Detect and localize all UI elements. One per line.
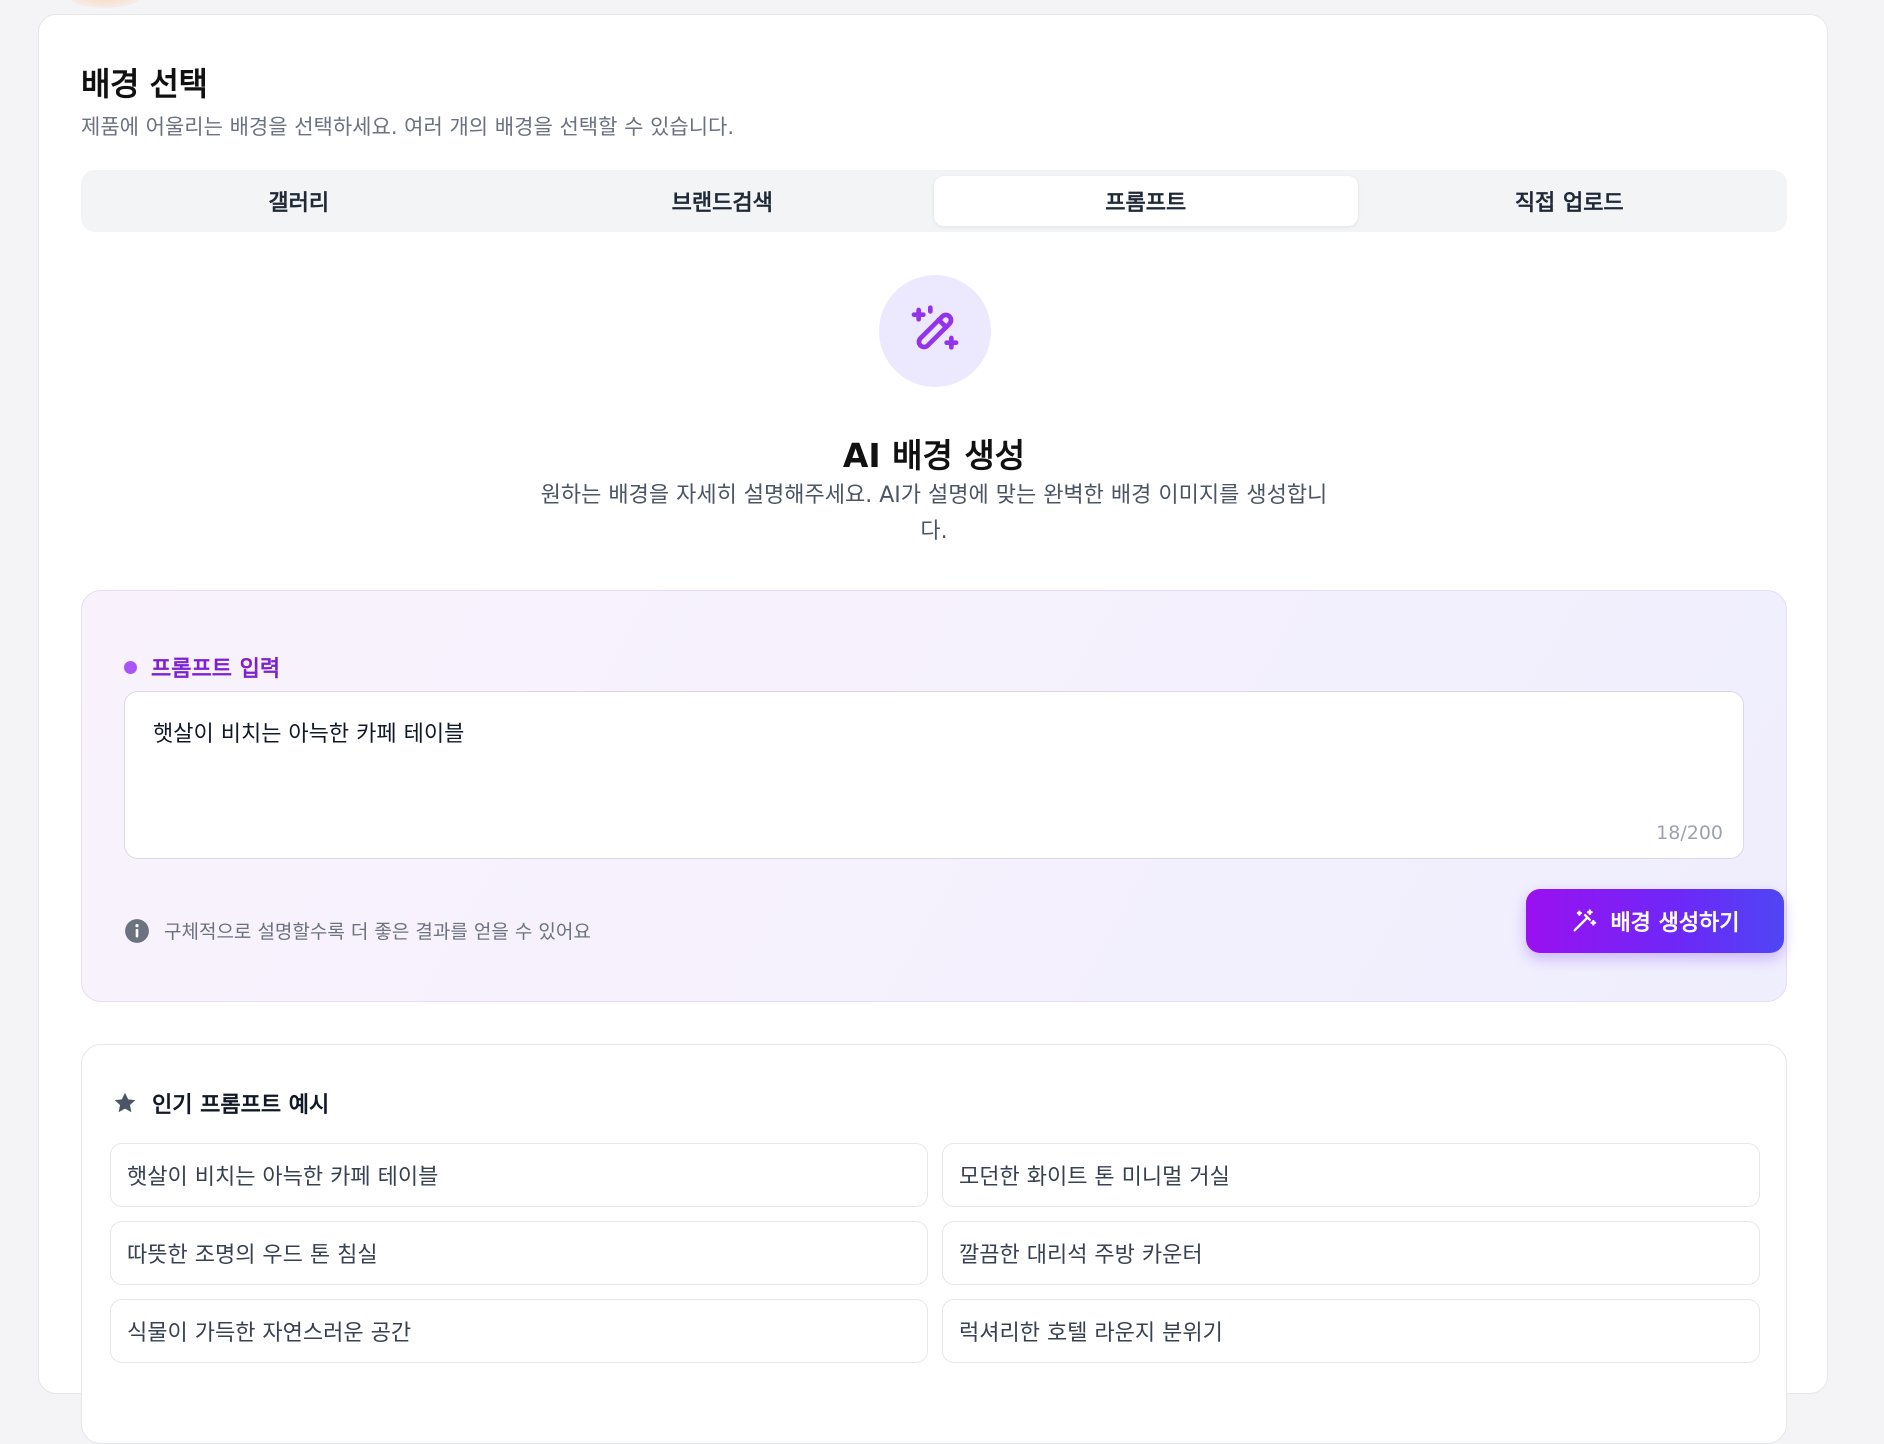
generate-background-button[interactable]: 배경 생성하기 [1526, 889, 1784, 953]
prompt-hint-text: 구체적으로 설명할수록 더 좋은 결과를 얻을 수 있어요 [164, 921, 591, 943]
dot-icon [124, 660, 137, 674]
example-prompt-item[interactable]: 따뜻한 조명의 우드 톤 침실 [110, 1221, 928, 1285]
star-icon [114, 1092, 136, 1113]
page-title: 배경 선택 [81, 65, 208, 103]
tab-prompt[interactable]: 프롬프트 [934, 176, 1358, 226]
hero-title: AI 배경 생성 [842, 436, 1026, 475]
example-prompt-item[interactable]: 모던한 화이트 톤 미니멀 거실 [942, 1143, 1760, 1207]
tab-direct-upload[interactable]: 직접 업로드 [1358, 176, 1782, 226]
magic-wand-icon [879, 275, 991, 387]
prompt-input-panel: 프롬프트 입력 햇살이 비치는 아늑한 카페 테이블 18/200 구체적으로 … [81, 590, 1787, 1002]
prompt-textarea[interactable]: 햇살이 비치는 아늑한 카페 테이블 18/200 [124, 691, 1744, 859]
generate-button-label: 배경 생성하기 [1610, 911, 1740, 936]
prompt-label: 프롬프트 입력 [124, 651, 280, 683]
prompt-value[interactable]: 햇살이 비치는 아늑한 카페 테이블 [153, 716, 464, 748]
tab-gallery[interactable]: 갤러리 [87, 176, 511, 226]
hero-description: 원하는 배경을 자세히 설명해주세요. AI가 설명에 맞는 완벽한 배경 이미… [540, 483, 1328, 544]
example-list: 햇살이 비치는 아늑한 카페 테이블 모던한 화이트 톤 미니멀 거실 따뜻한 … [110, 1143, 1760, 1363]
example-prompt-item[interactable]: 깔끔한 대리석 주방 카운터 [942, 1221, 1760, 1285]
example-prompt-item[interactable]: 햇살이 비치는 아늑한 카페 테이블 [110, 1143, 928, 1207]
magic-wand-icon [1573, 909, 1597, 932]
popular-prompts-title: 인기 프롬프트 예시 [112, 1087, 329, 1119]
popular-prompts-title-text: 인기 프롬프트 예시 [152, 1093, 330, 1118]
tab-brand-search[interactable]: 브랜드검색 [511, 176, 935, 226]
page-subtitle: 제품에 어울리는 배경을 선택하세요. 여러 개의 배경을 선택할 수 있습니다… [81, 115, 735, 139]
prompt-label-text: 프롬프트 입력 [151, 657, 281, 682]
background-selection-card: 배경 선택 제품에 어울리는 배경을 선택하세요. 여러 개의 배경을 선택할 … [38, 14, 1828, 1444]
example-prompt-item[interactable]: 식물이 가득한 자연스러운 공간 [110, 1299, 928, 1363]
source-tabs: 갤러리 브랜드검색 프롬프트 직접 업로드 [81, 170, 1787, 232]
example-prompt-item[interactable]: 럭셔리한 호텔 라운지 분위기 [942, 1299, 1760, 1363]
char-counter: 18/200 [1656, 822, 1723, 844]
prompt-hint: 구체적으로 설명할수록 더 좋은 결과를 얻을 수 있어요 [124, 917, 591, 944]
decorative-blob [70, 0, 140, 8]
popular-prompts-panel: 인기 프롬프트 예시 햇살이 비치는 아늑한 카페 테이블 모던한 화이트 톤 … [81, 1044, 1787, 1444]
info-icon [125, 918, 149, 943]
